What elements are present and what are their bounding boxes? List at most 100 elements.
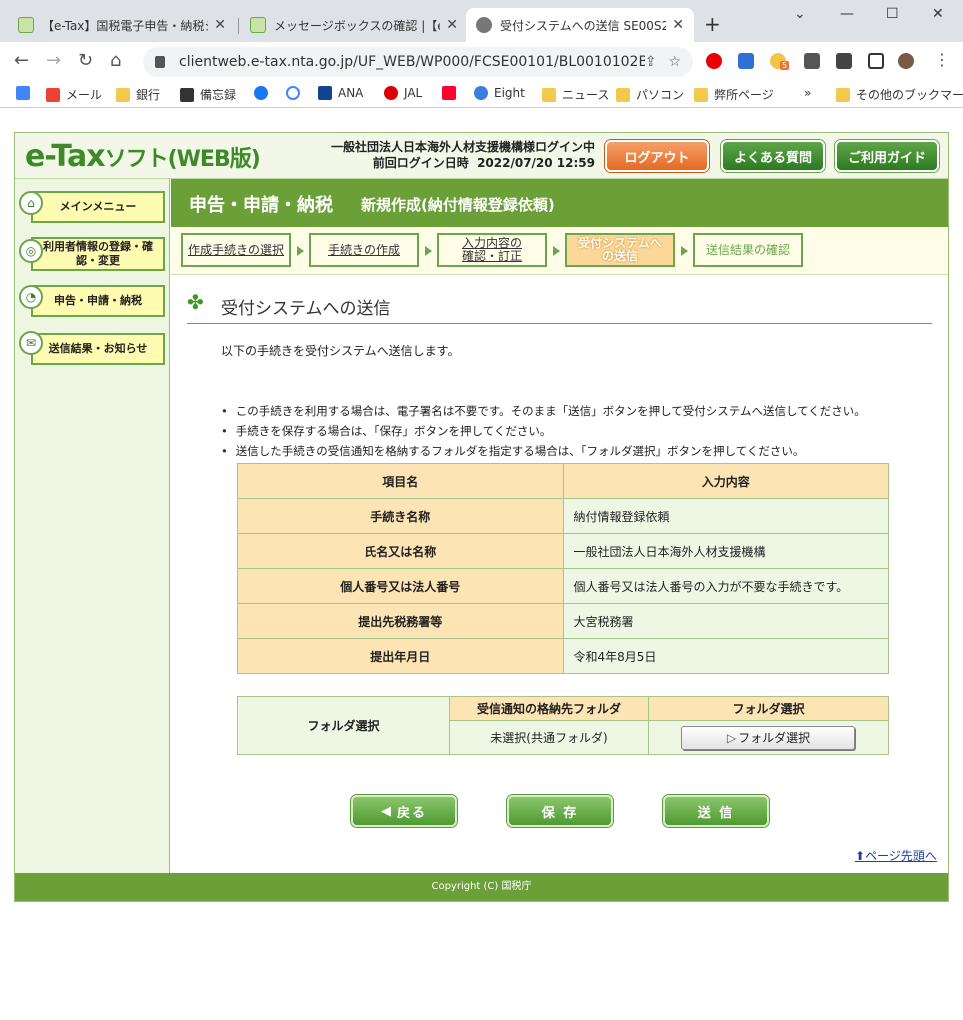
logout-button[interactable]: ログアウト [605, 140, 709, 172]
forward-arrow-icon[interactable]: → [46, 50, 61, 71]
step-arrow-icon [553, 246, 560, 256]
table-row: 提出年月日 令和4年8月5日 [237, 638, 889, 674]
last-login-label: 前回ログイン日時 [372, 156, 469, 170]
bookmark-others[interactable]: その他のブックマーク [836, 86, 963, 103]
yahoo-icon [442, 86, 456, 100]
sidebar-item-main-menu[interactable]: メインメニュー [31, 191, 165, 223]
calendar-extension-icon[interactable] [738, 53, 754, 69]
bookmark-pc[interactable]: パソコン [616, 86, 684, 103]
table-row: フォルダ選択 受信通知の格納先フォルダ フォルダ選択 [237, 696, 890, 755]
home-icon[interactable]: ⌂ [110, 50, 121, 71]
clock-icon: ◔ [19, 285, 43, 309]
profile-avatar[interactable] [898, 53, 914, 69]
back-arrow-icon[interactable]: ← [14, 50, 29, 71]
close-tab-icon[interactable]: ✕ [672, 17, 684, 33]
bookmark-label: 銀行 [136, 88, 161, 102]
step-create-procedure[interactable]: 手続きの作成 [309, 233, 419, 267]
note-item: 送信した手続きの受信通知を格納するフォルダを指定する場合は、「フォルダ選択」ボタ… [221, 441, 866, 461]
maximize-icon[interactable]: ☐ [886, 6, 899, 22]
bookmark-news[interactable]: ニュース [542, 86, 609, 103]
close-window-icon[interactable]: ✕ [932, 6, 944, 22]
sidebar-item-label: 送信結果・お知らせ [48, 342, 148, 355]
bookmark-google[interactable] [286, 86, 306, 100]
ana-icon [318, 86, 332, 100]
bookmarks-overflow-icon[interactable]: » [804, 86, 811, 100]
step-confirm-input[interactable]: 入力内容の確認・訂正 [437, 233, 547, 267]
step-select-procedure[interactable]: 作成手続きの選択 [181, 233, 291, 267]
back-button[interactable]: ◀ 戻る [351, 795, 457, 827]
jal-icon [384, 86, 398, 100]
bookmark-label: 弊所ページ [714, 88, 774, 102]
close-tab-icon[interactable]: ✕ [214, 17, 226, 33]
bookmark-office[interactable]: 弊所ページ [694, 86, 774, 103]
chevron-down-icon[interactable]: ⌄ [794, 6, 806, 22]
folder-select-cell: ▷ フォルダ選択 [647, 720, 890, 755]
browser-tab-2[interactable]: メッセージボックスの確認 |【e-Tax】 ✕ [240, 8, 468, 42]
row-value: 一般社団法人日本海外人材支援機構 [562, 533, 889, 569]
bookmark-ana[interactable]: ANA [318, 86, 363, 100]
side-panel-icon[interactable] [868, 53, 884, 69]
bookmark-yahoo[interactable] [442, 86, 462, 100]
page-top-link[interactable]: ⬆ページ先頭へ [855, 847, 937, 864]
faq-button[interactable]: よくある質問 [721, 140, 825, 172]
bookmarks-bar: メール 銀行 備忘録 ANA JAL Eight ニュース パソコン 弊所ページ… [0, 80, 963, 108]
bookmark-label: 備忘録 [200, 88, 237, 102]
opera-extension-icon[interactable] [706, 53, 722, 69]
facebook-icon [254, 86, 268, 100]
sidebar-item-user-info[interactable]: 利用者情報の登録・確認・変更 [31, 237, 165, 271]
bookmark-star-icon[interactable]: ☆ [668, 54, 681, 70]
close-tab-icon[interactable]: ✕ [446, 17, 458, 33]
last-login-value: 2022/07/20 12:59 [477, 156, 595, 170]
minimize-icon[interactable]: — [840, 6, 854, 22]
progress-steps: 作成手続きの選択 手続きの作成 入力内容の確認・訂正 受付システムへの送信 送信… [171, 227, 948, 275]
media-list-icon[interactable] [836, 53, 852, 69]
address-bar[interactable]: clientweb.e-tax.nta.go.jp/UF_WEB/WP000/F… [143, 47, 693, 77]
target-icon: ◎ [19, 239, 43, 263]
section-title: 受付システムへの送信 [221, 299, 391, 319]
bookmark-calendar[interactable] [16, 86, 36, 100]
reload-icon[interactable]: ↻ [78, 50, 93, 71]
sidebar-item-filing[interactable]: 申告・申請・納税 [31, 285, 165, 317]
note-item: 手続きを保存する場合は、「保存」ボタンを押してください。 [221, 421, 866, 441]
step-arrow-icon [681, 246, 688, 256]
share-icon[interactable]: ⇪ [645, 54, 657, 70]
url-text: clientweb.e-tax.nta.go.jp/UF_WEB/WP000/F… [179, 54, 645, 70]
browser-tab-1[interactable]: 【e-Tax】国税電子申告・納税シス ✕ [8, 8, 236, 42]
bookmark-jal[interactable]: JAL [384, 86, 422, 100]
bookmark-eight[interactable]: Eight [474, 86, 525, 100]
step-result: 送信結果の確認 [693, 233, 803, 267]
bulb-extension-icon[interactable]: 5 [770, 53, 790, 70]
bookmark-bank[interactable]: 銀行 [116, 86, 160, 103]
play-circle-icon: ▷ [726, 730, 737, 745]
bookmark-facebook[interactable] [254, 86, 274, 100]
new-tab-icon[interactable]: + [704, 12, 721, 36]
bookmark-label: パソコン [636, 88, 685, 102]
puzzle-extensions-icon[interactable] [804, 53, 820, 69]
folder-icon [542, 87, 556, 102]
step-label: 入力内容の確認・訂正 [461, 236, 522, 263]
sidebar-item-results[interactable]: 送信結果・お知らせ [31, 333, 165, 365]
step-label: 手続きの作成 [327, 242, 400, 257]
browser-tab-3[interactable]: 受付システムへの送信 SE00S270 ✕ [466, 8, 694, 42]
bookmark-label: ANA [338, 86, 364, 100]
column-header-folder: 受信通知の格納先フォルダ [449, 696, 649, 721]
folder-row-label: フォルダ選択 [237, 696, 450, 755]
bookmark-label: ニュース [562, 88, 610, 102]
bookmark-memo[interactable]: 備忘録 [180, 86, 236, 103]
table-row: 提出先税務署等 大宮税務署 [237, 603, 889, 639]
send-button[interactable]: 送 信 [663, 795, 769, 827]
kebab-menu-icon[interactable]: ⋮ [934, 50, 950, 69]
row-value: 令和4年8月5日 [562, 638, 889, 674]
sidebar-item-label: メインメニュー [59, 200, 137, 213]
save-button[interactable]: 保 存 [507, 795, 613, 827]
bookmark-mail[interactable]: メール [46, 86, 102, 103]
user-guide-button[interactable]: ご利用ガイド [835, 140, 939, 172]
login-info: 一般社団法人日本海外人材支援機構様ログイン中 前回ログイン日時 2022/07/… [315, 139, 595, 171]
sidebar: メインメニュー ⌂ 利用者情報の登録・確認・変更 ◎ 申告・申請・納税 ◔ 送信… [15, 179, 170, 873]
table-row: 手続き名称 納付情報登録依頼 [237, 498, 889, 534]
google-icon [286, 86, 300, 100]
back-circle-icon: ◀ [380, 803, 393, 819]
table-row: 個人番号又は法人番号 個人番号又は法人番号の入力が不要な手続きです。 [237, 568, 889, 604]
etax-page: e-Taxソフト(WEB版) 一般社団法人日本海外人材支援機構様ログイン中 前回… [14, 132, 949, 902]
folder-select-button[interactable]: ▷ フォルダ選択 [681, 725, 856, 750]
